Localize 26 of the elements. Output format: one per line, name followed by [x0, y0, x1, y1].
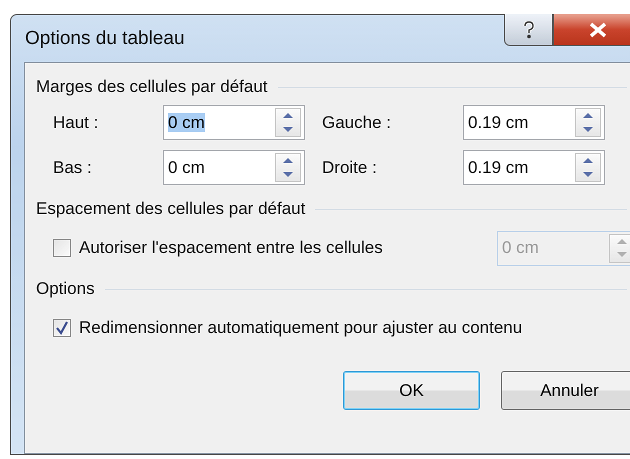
- help-icon: [522, 20, 536, 38]
- checkbox-label: Autoriser l'espacement entre les cellules: [79, 238, 383, 258]
- window-title: Options du tableau: [25, 28, 185, 50]
- section-heading: Marges des cellules par défaut: [36, 77, 268, 97]
- close-icon: [588, 22, 608, 38]
- field-label: Gauche :: [322, 112, 392, 132]
- section-heading: Options: [36, 279, 95, 299]
- spin-field[interactable]: 0.19 cm: [463, 150, 605, 185]
- spin-arrows-icon[interactable]: [575, 108, 601, 137]
- spin-arrows-icon[interactable]: [575, 153, 601, 182]
- cancel-button[interactable]: Annuler: [501, 371, 630, 410]
- spin-arrows-icon[interactable]: [275, 108, 301, 137]
- section-heading: Espacement des cellules par défaut: [36, 199, 306, 219]
- ok-button[interactable]: OK: [343, 371, 480, 410]
- checkbox[interactable]: [53, 319, 71, 337]
- field-label: Bas :: [53, 158, 93, 178]
- help-button[interactable]: [504, 14, 553, 46]
- spin-field[interactable]: 0.19 cm: [463, 105, 605, 140]
- spin-field[interactable]: 0 cm: [163, 105, 305, 140]
- checkbox-label: Redimensionner automatiquement pour ajuster au contenu: [79, 318, 522, 338]
- spin-field[interactable]: 0 cm: [163, 150, 305, 185]
- checkbox[interactable]: [53, 239, 71, 257]
- spin-arrows-icon[interactable]: [275, 153, 301, 182]
- field-label: Droite :: [322, 158, 378, 178]
- close-button[interactable]: [553, 14, 630, 46]
- field-label: Haut :: [53, 112, 100, 132]
